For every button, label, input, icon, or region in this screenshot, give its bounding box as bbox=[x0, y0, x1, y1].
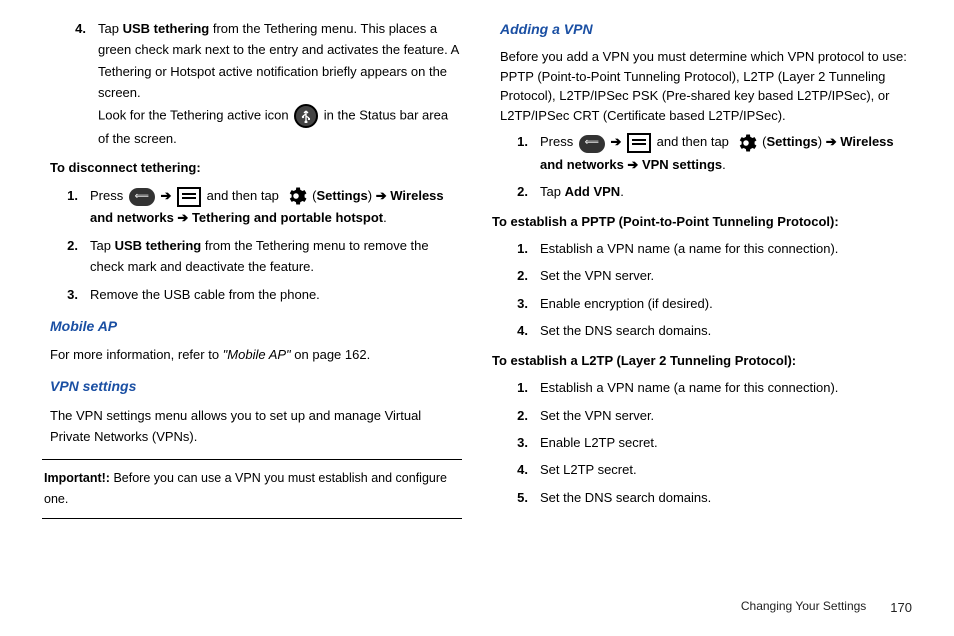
step-number: 1. bbox=[492, 377, 540, 398]
step-body: Remove the USB cable from the phone. bbox=[90, 284, 462, 305]
step-body: Set L2TP secret. bbox=[540, 459, 912, 480]
important-note: Important!: Before you can use a VPN you… bbox=[42, 459, 462, 518]
step-body: Set the VPN server. bbox=[540, 405, 912, 426]
step-body: Tap Add VPN. bbox=[540, 181, 912, 202]
step-number: 2. bbox=[42, 235, 90, 278]
pptp-step-4: 4. Set the DNS search domains. bbox=[492, 320, 912, 341]
pptp-step-3: 3. Enable encryption (if desired). bbox=[492, 293, 912, 314]
step-number: 1. bbox=[492, 131, 540, 175]
vpn-step-1: 1. Press ⟸ ➔ and then tap (Settings) ➔ W… bbox=[492, 131, 912, 175]
pptp-step-2: 2. Set the VPN server. bbox=[492, 265, 912, 286]
text: Press bbox=[540, 134, 577, 149]
menu-icon bbox=[627, 132, 651, 154]
step-body: Press ⟸ ➔ and then tap (Settings) ➔ Wire… bbox=[540, 131, 912, 175]
step-body: Tap USB tethering from the Tethering men… bbox=[90, 235, 462, 278]
footer-page-number: 170 bbox=[890, 597, 912, 618]
vpn-settings-label: VPN settings bbox=[642, 157, 722, 172]
step-number: 2. bbox=[492, 265, 540, 286]
arrow-icon: ➔ bbox=[826, 134, 837, 149]
step-number: 2. bbox=[492, 405, 540, 426]
disconnect-step-2: 2. Tap USB tethering from the Tethering … bbox=[42, 235, 462, 278]
l2tp-step-5: 5. Set the DNS search domains. bbox=[492, 487, 912, 508]
text: Look for the Tethering active icon bbox=[98, 107, 292, 122]
step-number: 5. bbox=[492, 487, 540, 508]
adding-vpn-body: Before you add a VPN you must determine … bbox=[492, 47, 912, 125]
l2tp-step-2: 2. Set the VPN server. bbox=[492, 405, 912, 426]
page-footer: Changing Your Settings 170 bbox=[741, 597, 912, 618]
disconnect-step-3: 3. Remove the USB cable from the phone. bbox=[42, 284, 462, 305]
settings-label: Settings bbox=[317, 188, 368, 203]
left-column: 4. Tap USB tethering from the Tethering … bbox=[42, 18, 462, 519]
step-body: Tap USB tethering from the Tethering men… bbox=[98, 18, 462, 149]
vpn-step-2: 2. Tap Add VPN. bbox=[492, 181, 912, 202]
l2tp-step-4: 4. Set L2TP secret. bbox=[492, 459, 912, 480]
italic-reference: "Mobile AP" bbox=[223, 347, 291, 362]
step-number: 1. bbox=[492, 238, 540, 259]
l2tp-step-3: 3. Enable L2TP secret. bbox=[492, 432, 912, 453]
step-body: Enable encryption (if desired). bbox=[540, 293, 912, 314]
text: on page 162. bbox=[291, 347, 371, 362]
text: ) bbox=[818, 134, 826, 149]
mobile-ap-heading: Mobile AP bbox=[42, 315, 462, 338]
step-body: Establish a VPN name (a name for this co… bbox=[540, 377, 912, 398]
gear-icon bbox=[735, 132, 757, 154]
arrow-icon: ➔ bbox=[177, 210, 188, 225]
disconnect-tethering-heading: To disconnect tethering: bbox=[42, 157, 462, 178]
vpn-settings-heading: VPN settings bbox=[42, 375, 462, 398]
text: ) bbox=[368, 188, 376, 203]
footer-section: Changing Your Settings bbox=[741, 597, 866, 617]
step-number: 4. bbox=[492, 320, 540, 341]
step-4: 4. Tap USB tethering from the Tethering … bbox=[64, 18, 462, 149]
right-column: Adding a VPN Before you add a VPN you mu… bbox=[492, 18, 912, 519]
text: Tap bbox=[98, 21, 123, 36]
step-number: 3. bbox=[492, 293, 540, 314]
add-vpn-label: Add VPN bbox=[565, 184, 621, 199]
mobile-ap-body: For more information, refer to "Mobile A… bbox=[42, 344, 462, 365]
l2tp-step-1: 1. Establish a VPN name (a name for this… bbox=[492, 377, 912, 398]
text: Tap bbox=[90, 238, 115, 253]
step-number: 4. bbox=[492, 459, 540, 480]
settings-label: Settings bbox=[767, 134, 818, 149]
step-body: Set the VPN server. bbox=[540, 265, 912, 286]
step-body: Enable L2TP secret. bbox=[540, 432, 912, 453]
home-button-icon: ⟸ bbox=[579, 132, 605, 153]
step-number: 3. bbox=[492, 432, 540, 453]
step-body: Set the DNS search domains. bbox=[540, 487, 912, 508]
important-label: Important!: bbox=[44, 471, 110, 485]
text: For more information, refer to bbox=[50, 347, 223, 362]
adding-vpn-heading: Adding a VPN bbox=[492, 18, 912, 41]
step-body: Press ⟸ ➔ and then tap (Settings) ➔ Wire… bbox=[90, 185, 462, 229]
step-body: Set the DNS search domains. bbox=[540, 320, 912, 341]
text: and then tap bbox=[657, 134, 733, 149]
bold-text: USB tethering bbox=[115, 238, 202, 253]
step-number: 1. bbox=[42, 185, 90, 229]
tethering-hotspot-label: Tethering and portable hotspot bbox=[192, 210, 383, 225]
text: Press bbox=[90, 188, 127, 203]
menu-icon bbox=[177, 185, 201, 207]
arrow-icon: ➔ bbox=[160, 188, 171, 203]
text: Tap bbox=[540, 184, 565, 199]
text: and then tap bbox=[207, 188, 283, 203]
vpn-settings-body: The VPN settings menu allows you to set … bbox=[42, 405, 462, 448]
l2tp-heading: To establish a L2TP (Layer 2 Tunneling P… bbox=[492, 350, 912, 371]
step-number: 2. bbox=[492, 181, 540, 202]
usb-icon bbox=[294, 104, 318, 128]
arrow-icon: ➔ bbox=[610, 134, 621, 149]
step-body: Establish a VPN name (a name for this co… bbox=[540, 238, 912, 259]
pptp-heading: To establish a PPTP (Point-to-Point Tunn… bbox=[492, 211, 912, 232]
step-number: 4. bbox=[64, 18, 98, 149]
pptp-step-1: 1. Establish a VPN name (a name for this… bbox=[492, 238, 912, 259]
bold-text: USB tethering bbox=[123, 21, 210, 36]
home-button-icon: ⟸ bbox=[129, 185, 155, 206]
disconnect-step-1: 1. Press ⟸ ➔ and then tap (Settings) ➔ W… bbox=[42, 185, 462, 229]
arrow-icon: ➔ bbox=[627, 157, 638, 172]
arrow-icon: ➔ bbox=[376, 188, 387, 203]
gear-icon bbox=[285, 185, 307, 207]
step-number: 3. bbox=[42, 284, 90, 305]
